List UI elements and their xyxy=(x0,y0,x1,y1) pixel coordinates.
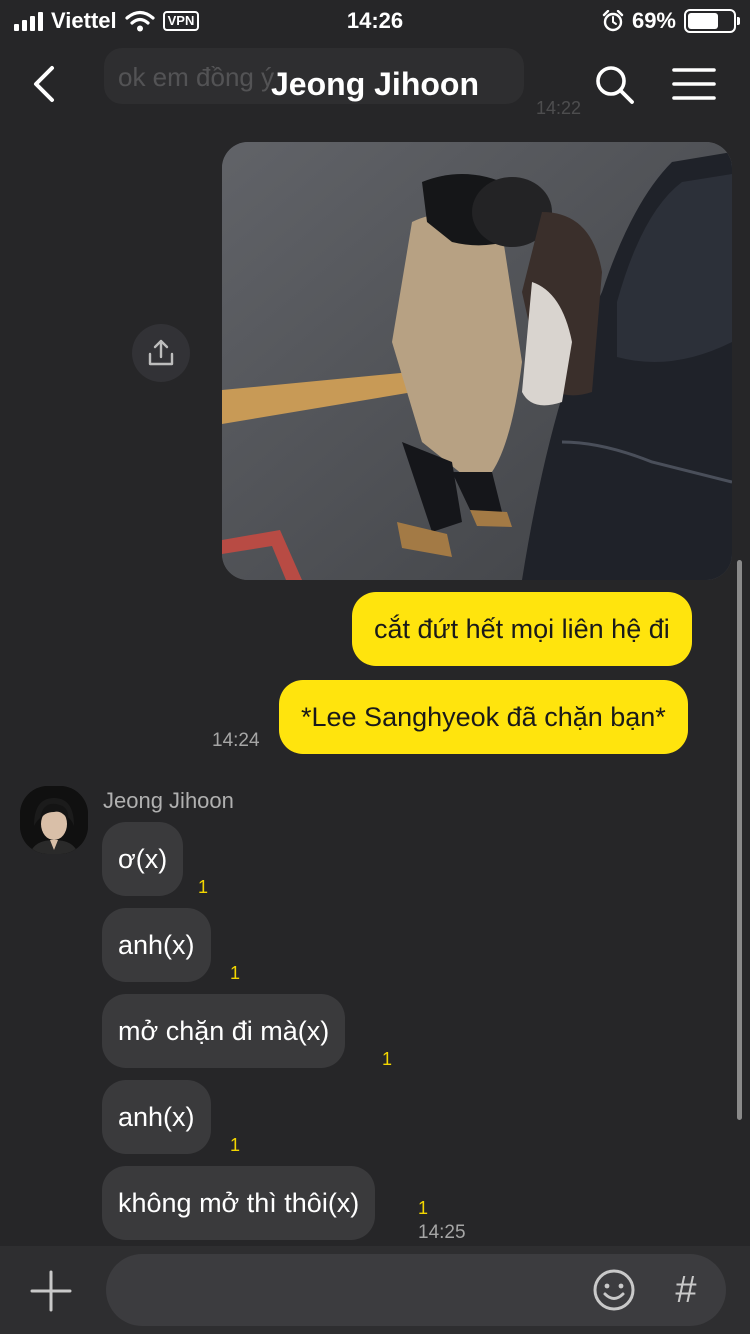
emoji-icon[interactable] xyxy=(592,1268,636,1312)
search-icon[interactable] xyxy=(592,62,636,106)
avatar-image xyxy=(20,786,88,854)
unread-count: 1 xyxy=(382,1049,393,1069)
unread-count: 1 xyxy=(230,1135,241,1155)
plus-icon[interactable] xyxy=(28,1268,74,1314)
battery-icon xyxy=(684,9,740,33)
menu-icon[interactable] xyxy=(672,64,716,104)
message-text: anh(x) xyxy=(118,1101,195,1132)
battery-percent: 69% xyxy=(631,8,676,33)
input-bar: # xyxy=(0,1246,750,1334)
unread-count: 1 xyxy=(198,877,209,897)
message-text: ơ(x) xyxy=(118,843,168,874)
battery-fill xyxy=(688,13,719,29)
message-field[interactable]: # xyxy=(106,1254,726,1326)
status-bar: Viettel VPN 14:26 69% xyxy=(0,0,750,42)
outgoing-message[interactable]: cắt đứt hết mọi liên hệ đi xyxy=(352,592,692,666)
incoming-message[interactable]: không mở thì thôi(x) xyxy=(102,1166,376,1240)
message-text: cắt đứt hết mọi liên hệ đi xyxy=(374,613,670,644)
avatar[interactable] xyxy=(20,786,88,854)
outgoing-message[interactable]: *Lee Sanghyeok đã chặn bạn* xyxy=(279,680,688,754)
scrollbar[interactable] xyxy=(737,560,742,1120)
chat-header: ok em đồng ý 14:22 Jeong Jihoon xyxy=(0,42,750,126)
share-icon xyxy=(148,339,174,366)
message-text: mở chặn đi mà(x) xyxy=(118,1015,330,1046)
message-time: 14:24 xyxy=(212,730,260,751)
hashtag-icon[interactable]: # xyxy=(666,1266,706,1314)
alarm-icon xyxy=(602,10,624,32)
photo-illustration xyxy=(222,142,732,580)
chat-title: Jeong Jihoon xyxy=(271,66,479,102)
message-text: *Lee Sanghyeok đã chặn bạn* xyxy=(301,701,666,732)
sender-name: Jeong Jihoon xyxy=(103,788,234,813)
shared-photo[interactable] xyxy=(222,142,732,580)
incoming-message[interactable]: mở chặn đi mà(x) xyxy=(102,994,346,1068)
message-time: 14:25 xyxy=(418,1222,466,1243)
unread-count: 1 xyxy=(230,963,241,983)
status-right: 69% xyxy=(602,8,740,34)
incoming-message[interactable]: anh(x) xyxy=(102,908,211,982)
message-text: không mở thì thôi(x) xyxy=(118,1187,360,1218)
share-button[interactable] xyxy=(132,324,190,382)
unread-count: 1 xyxy=(418,1198,429,1218)
message-text: anh(x) xyxy=(118,929,195,960)
message-input[interactable] xyxy=(130,1270,570,1310)
incoming-message[interactable]: anh(x) xyxy=(102,1080,211,1154)
incoming-message[interactable]: ơ(x) xyxy=(102,822,184,896)
